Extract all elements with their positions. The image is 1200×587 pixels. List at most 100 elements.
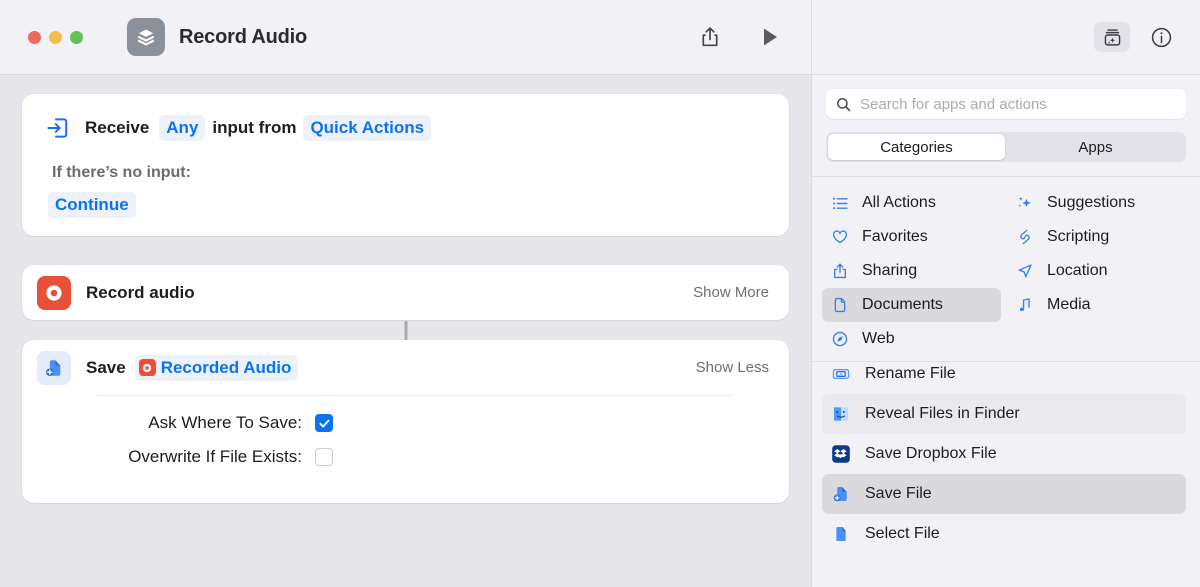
window-titlebar: Record Audio	[0, 0, 1200, 75]
category-suggestions[interactable]: Suggestions	[1007, 186, 1186, 220]
no-input-label: If there’s no input:	[52, 164, 771, 182]
action-library-sidebar: Search for apps and actions Categories A…	[812, 75, 1200, 587]
save-file-icon	[830, 483, 852, 505]
workflow-canvas: Receive Any input from Quick Actions If …	[0, 75, 812, 587]
shortcuts-window: Record Audio	[0, 0, 1200, 587]
workflow-action-save-file[interactable]: Save Recorded Audio Show Less	[22, 340, 789, 503]
list-item[interactable]: Save Dropbox File	[822, 434, 1186, 474]
window-body: Receive Any input from Quick Actions If …	[0, 75, 1200, 587]
workflow-action-record-audio[interactable]: Record audio Show More	[22, 265, 789, 320]
receive-header-row: Receive Any input from Quick Actions	[40, 111, 771, 145]
search-icon	[836, 97, 851, 112]
play-icon	[762, 27, 779, 47]
tab-categories[interactable]: Categories	[828, 134, 1005, 160]
action-label: Reveal Files in Finder	[865, 405, 1020, 423]
record-audio-disclosure[interactable]: Show More	[693, 284, 769, 301]
parameter-label: Overwrite If File Exists:	[97, 447, 315, 467]
save-variable-token[interactable]: Recorded Audio	[135, 355, 299, 381]
receive-input-type-token[interactable]: Any	[159, 115, 205, 141]
category-favorites[interactable]: Favorites	[822, 220, 1001, 254]
traffic-light-group	[28, 31, 83, 44]
workflow-connector-line	[404, 321, 407, 340]
close-button[interactable]	[28, 31, 41, 44]
category-label: Documents	[862, 296, 943, 314]
search-input[interactable]: Search for apps and actions	[860, 96, 1047, 113]
parameter-label: Ask Where To Save:	[97, 413, 315, 433]
ask-where-to-save-checkbox[interactable]	[315, 414, 333, 432]
receive-input-icon	[40, 111, 74, 145]
category-label: Favorites	[862, 228, 928, 246]
scripting-icon	[1015, 228, 1035, 246]
parameter-row-overwrite-if-file-exists: Overwrite If File Exists:	[22, 447, 789, 467]
save-action-disclosure[interactable]: Show Less	[696, 359, 769, 376]
list-item[interactable]: A Rename File	[822, 362, 1186, 394]
music-note-icon	[1015, 296, 1035, 314]
category-label: Media	[1047, 296, 1091, 314]
category-label: Web	[862, 330, 895, 348]
shortcuts-layers-icon	[127, 18, 165, 56]
workflow-receive-card[interactable]: Receive Any input from Quick Actions If …	[22, 94, 789, 236]
heart-icon	[830, 228, 850, 246]
save-file-icon	[37, 351, 71, 385]
category-label: Suggestions	[1047, 194, 1135, 212]
save-header-row: Save Recorded Audio Show Less	[22, 340, 789, 395]
category-media[interactable]: Media	[1007, 288, 1186, 322]
action-label: Select File	[865, 525, 940, 543]
action-label: Save Dropbox File	[865, 445, 997, 463]
save-variable-label: Recorded Audio	[161, 358, 292, 378]
share-up-icon	[830, 262, 850, 280]
list-item[interactable]: Reveal Files in Finder	[822, 394, 1186, 434]
svg-text:A: A	[840, 372, 843, 377]
run-shortcut-button[interactable]	[753, 22, 787, 52]
category-scripting[interactable]: Scripting	[1007, 220, 1186, 254]
action-library-icon	[1102, 27, 1123, 48]
category-label: All Actions	[862, 194, 936, 212]
receive-middle-label: input from	[212, 118, 296, 138]
action-library-button[interactable]	[1094, 22, 1130, 52]
category-grid: All Actions Suggestions	[812, 177, 1200, 361]
dropbox-icon	[830, 443, 852, 465]
category-label: Sharing	[862, 262, 917, 280]
action-list[interactable]: A Rename File	[812, 362, 1200, 587]
overwrite-if-file-exists-checkbox[interactable]	[315, 448, 333, 466]
category-label: Location	[1047, 262, 1108, 280]
location-arrow-icon	[1015, 262, 1035, 280]
titlebar-left-section: Record Audio	[0, 0, 812, 74]
receive-prefix-label: Receive	[85, 118, 149, 138]
document-icon	[830, 296, 850, 314]
document-title: Record Audio	[179, 26, 307, 49]
action-label: Rename File	[865, 365, 956, 383]
category-label: Scripting	[1047, 228, 1109, 246]
shortcut-details-button[interactable]	[1144, 22, 1178, 52]
search-section: Search for apps and actions	[812, 75, 1200, 119]
info-icon	[1150, 26, 1173, 49]
category-web[interactable]: Web	[822, 322, 1001, 356]
record-audio-title: Record audio	[86, 283, 195, 303]
finder-icon	[830, 403, 852, 425]
save-action-title: Save	[86, 358, 126, 378]
minimize-button[interactable]	[49, 31, 62, 44]
category-all-actions[interactable]: All Actions	[822, 186, 1001, 220]
list-bullet-icon	[830, 195, 850, 212]
category-documents[interactable]: Documents	[822, 288, 1001, 322]
share-button[interactable]	[693, 22, 727, 52]
titlebar-right-section	[812, 0, 1200, 74]
select-file-icon	[830, 523, 852, 545]
tab-apps[interactable]: Apps	[1007, 134, 1184, 160]
compass-icon	[830, 330, 850, 348]
category-location[interactable]: Location	[1007, 254, 1186, 288]
search-field-container[interactable]: Search for apps and actions	[826, 89, 1186, 119]
action-label: Save File	[865, 485, 932, 503]
receive-source-token[interactable]: Quick Actions	[303, 115, 431, 141]
record-audio-icon	[139, 359, 156, 376]
list-item[interactable]: Select File	[822, 514, 1186, 554]
record-audio-icon	[37, 276, 71, 310]
library-mode-segmented-control: Categories Apps	[826, 132, 1186, 162]
zoom-button[interactable]	[70, 31, 83, 44]
share-icon	[700, 26, 720, 48]
category-sharing[interactable]: Sharing	[822, 254, 1001, 288]
parameter-row-ask-where-to-save: Ask Where To Save:	[22, 413, 789, 433]
list-item[interactable]: Save File	[822, 474, 1186, 514]
rename-file-icon: A	[830, 363, 852, 385]
no-input-value-token[interactable]: Continue	[48, 192, 136, 218]
